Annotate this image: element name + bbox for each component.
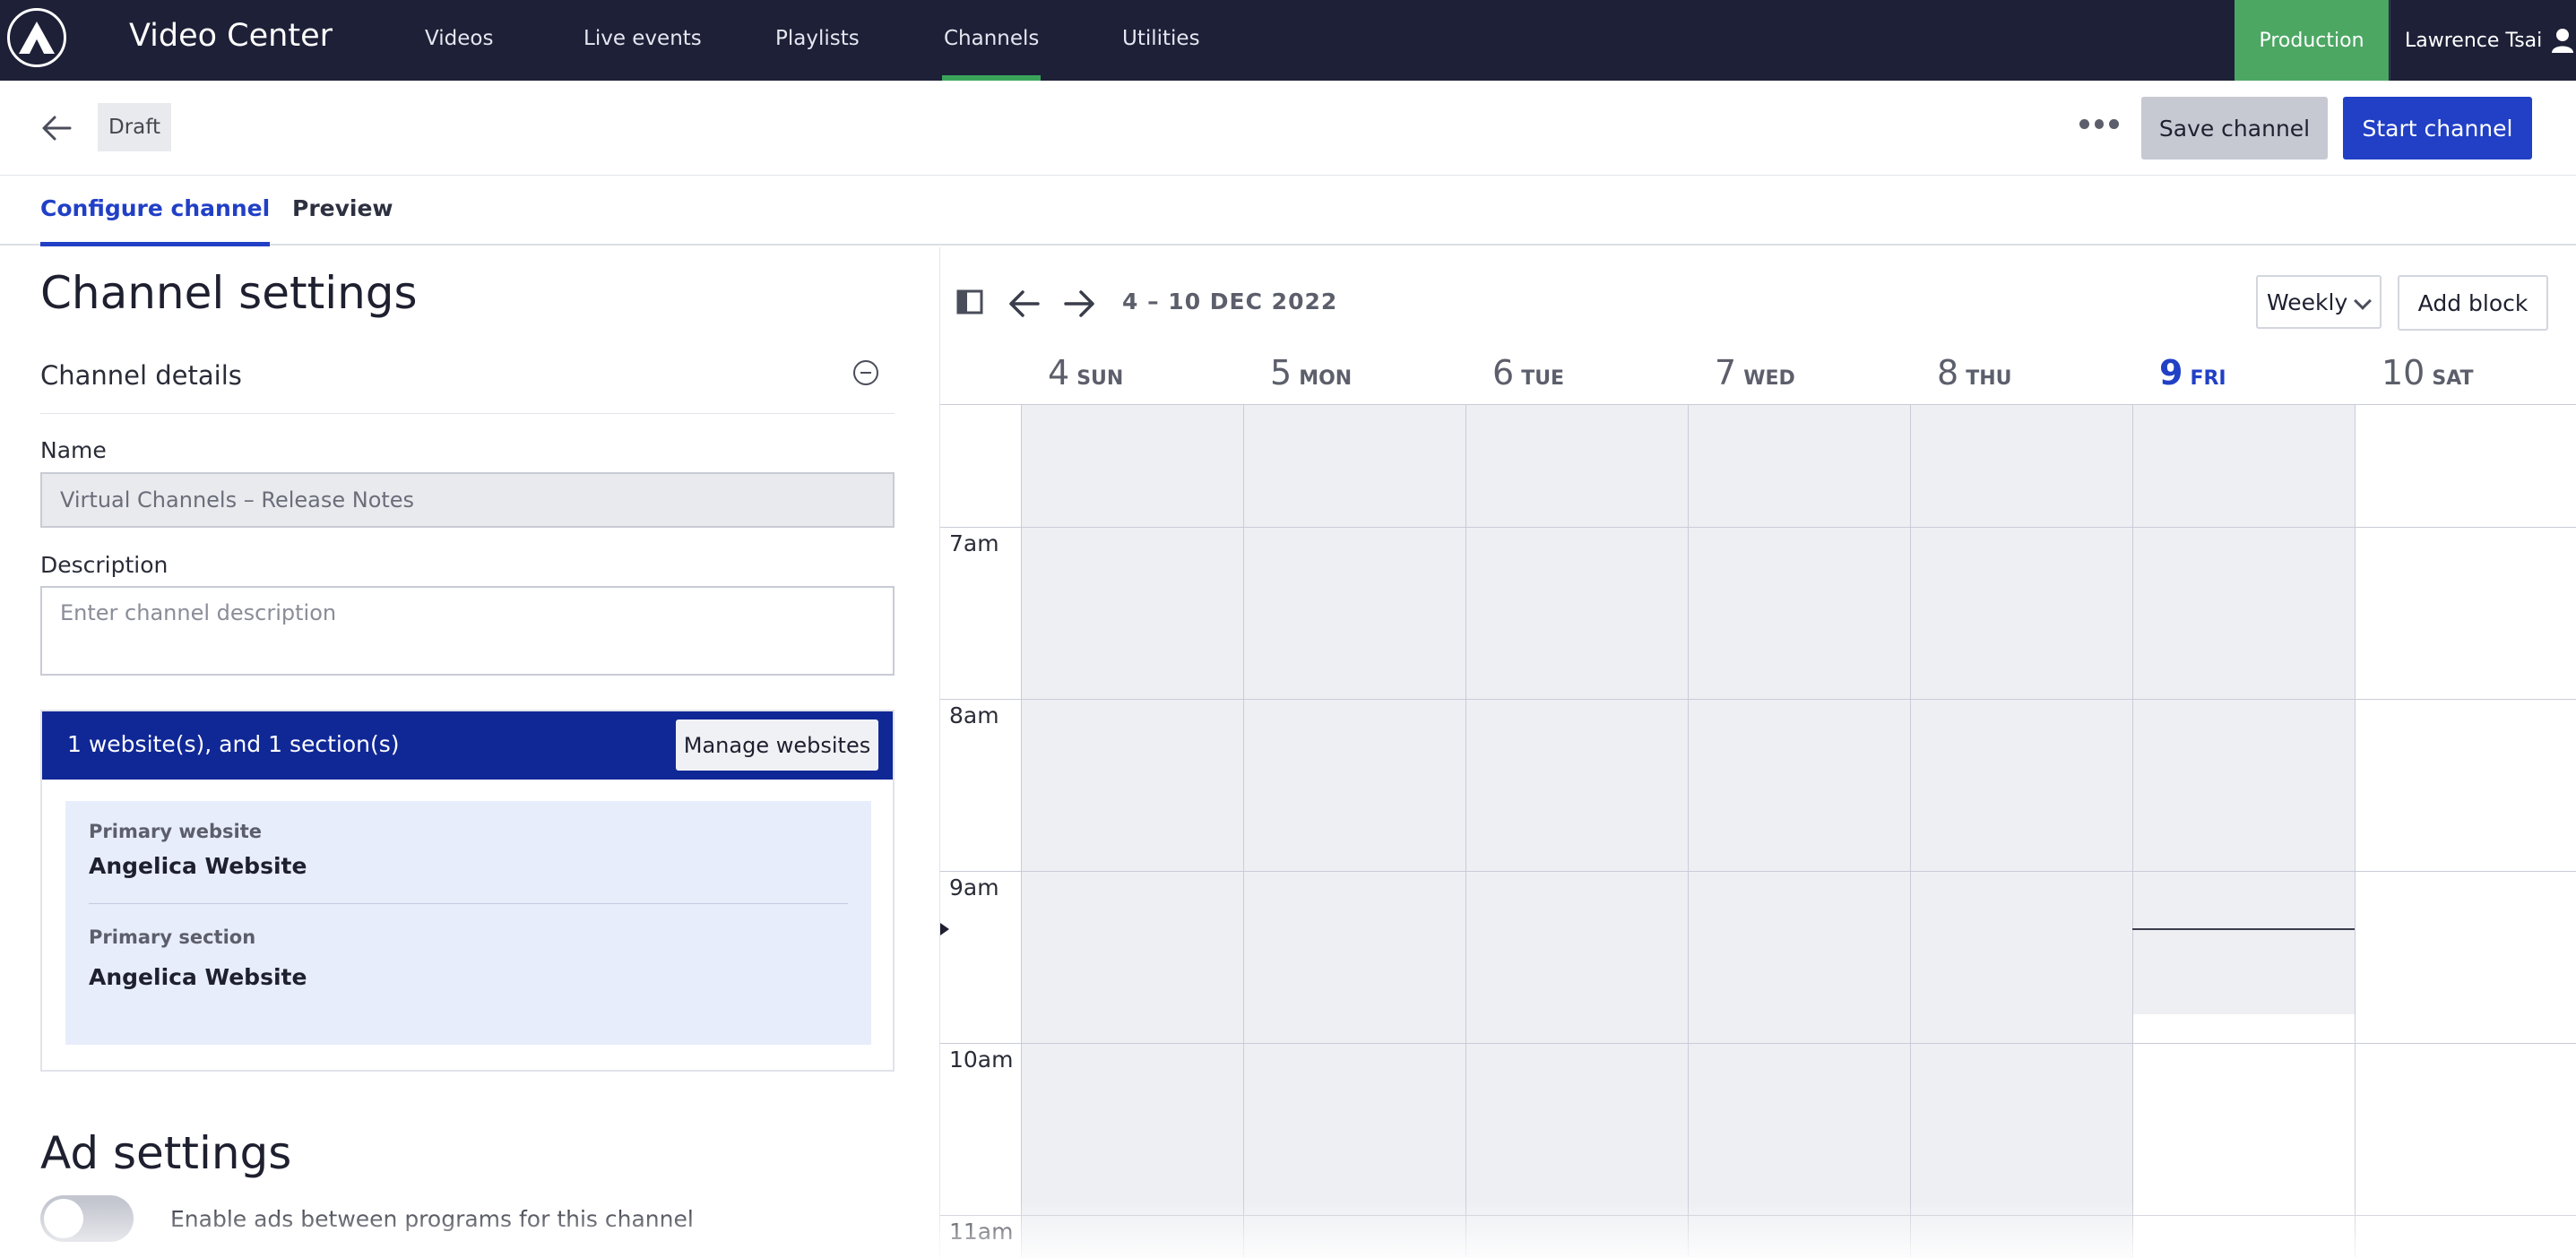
day-number: 6 <box>1492 353 1515 392</box>
day-column-fri[interactable] <box>2132 404 2355 1258</box>
nav-live-events[interactable]: Live events <box>583 27 702 81</box>
hour-line <box>940 1215 2576 1216</box>
divider <box>89 903 848 904</box>
next-week-icon[interactable] <box>1062 288 1096 320</box>
channel-details-header: Channel details <box>40 360 895 414</box>
name-label: Name <box>40 437 107 463</box>
time-label: 10am <box>949 1047 1014 1073</box>
day-of-week: MON <box>1299 367 1353 390</box>
hour-line <box>940 699 2576 700</box>
hour-line <box>940 1043 2576 1044</box>
environment-badge[interactable]: Production <box>2235 0 2389 81</box>
calendar-grid[interactable]: 7am 8am 9am 10am 11am <box>940 404 2576 1258</box>
day-number: 8 <box>1937 353 1959 392</box>
time-label: 7am <box>949 530 999 556</box>
day-header-sat[interactable]: 10 SAT <box>2382 353 2474 401</box>
current-time-marker-icon <box>940 923 949 935</box>
day-header-mon[interactable]: 5 MON <box>1270 353 1352 401</box>
day-column-sat[interactable] <box>2355 404 2576 1258</box>
start-channel-button[interactable]: Start channel <box>2343 97 2532 159</box>
time-label: 8am <box>949 702 999 728</box>
day-of-week: FRI <box>2190 367 2226 390</box>
nav-utilities[interactable]: Utilities <box>1122 27 1200 81</box>
app-title: Video Center <box>129 18 333 54</box>
previous-week-icon[interactable] <box>1007 288 1042 320</box>
day-number: 4 <box>1048 353 1070 392</box>
day-number: 7 <box>1715 353 1737 392</box>
more-options-icon[interactable] <box>2079 116 2120 131</box>
day-of-week: TUE <box>1521 367 1565 390</box>
day-header-fri[interactable]: 9 FRI <box>2159 353 2226 401</box>
app-logo-icon[interactable] <box>7 8 66 67</box>
save-channel-button[interactable]: Save channel <box>2141 97 2328 159</box>
nav-channels[interactable]: Channels <box>941 27 1042 81</box>
collapse-icon[interactable] <box>853 360 878 385</box>
day-header-thu[interactable]: 8 THU <box>1937 353 2011 401</box>
status-badge: Draft <box>98 103 171 151</box>
schedule-calendar: 4 – 10 DEC 2022 Weekly Add block 4 SUN 5 MO… <box>939 247 2576 1258</box>
day-column-thu[interactable] <box>1910 404 2132 1258</box>
channel-settings-panel: Channel settings Channel details Name De… <box>0 247 939 1258</box>
current-time-line <box>2132 928 2355 930</box>
user-icon <box>2552 29 2574 53</box>
websites-details: Primary website Angelica Website Primary… <box>65 801 871 1045</box>
add-block-button[interactable]: Add block <box>2398 275 2548 331</box>
action-bar: Draft Save channel Start channel <box>0 81 2576 176</box>
day-column-wed[interactable] <box>1688 404 1910 1258</box>
manage-websites-button[interactable]: Manage websites <box>676 719 878 771</box>
websites-bar: 1 website(s), and 1 section(s) Manage we… <box>42 711 893 780</box>
sidebar-toggle-icon[interactable] <box>956 289 983 315</box>
nav-playlists[interactable]: Playlists <box>775 27 860 81</box>
hour-line <box>940 871 2576 872</box>
ads-toggle-label: Enable ads between programs for this cha… <box>170 1206 694 1232</box>
view-select-value: Weekly <box>2267 289 2348 315</box>
day-of-week: SUN <box>1076 367 1124 390</box>
back-arrow-icon[interactable] <box>39 111 73 145</box>
day-of-week: THU <box>1966 367 2012 390</box>
day-column-tue[interactable] <box>1465 404 1688 1258</box>
ad-settings-title: Ad settings <box>40 1127 292 1179</box>
ads-toggle[interactable] <box>40 1195 134 1242</box>
day-of-week: WED <box>1743 367 1795 390</box>
day-number: 5 <box>1270 353 1292 392</box>
day-header-sun[interactable]: 4 SUN <box>1048 353 1123 401</box>
primary-section-value: Angelica Website <box>89 964 307 990</box>
name-field[interactable] <box>40 472 895 528</box>
user-name: Lawrence Tsai <box>2405 29 2543 52</box>
top-nav: Video Center Videos Live events Playlist… <box>0 0 2576 81</box>
date-range: 4 – 10 DEC 2022 <box>1122 289 1338 314</box>
description-field[interactable] <box>40 586 895 676</box>
tab-bar: Configure channel Preview <box>0 176 2576 246</box>
primary-website-label: Primary website <box>89 821 263 842</box>
day-number: 10 <box>2382 353 2425 392</box>
view-select[interactable]: Weekly <box>2256 275 2382 329</box>
description-label: Description <box>40 552 169 578</box>
primary-website-value: Angelica Website <box>89 853 307 879</box>
section-title: Channel details <box>40 360 242 391</box>
tab-configure-channel[interactable]: Configure channel <box>40 195 271 246</box>
tab-preview[interactable]: Preview <box>292 195 393 246</box>
day-of-week: SAT <box>2432 367 2474 390</box>
chevron-down-icon <box>2354 292 2372 310</box>
primary-section-label: Primary section <box>89 926 256 948</box>
user-menu[interactable]: Lawrence Tsai <box>2390 0 2576 81</box>
page-title: Channel settings <box>40 267 418 319</box>
day-column-sun[interactable] <box>1021 404 1243 1258</box>
time-label: 9am <box>949 875 999 900</box>
time-label: 11am <box>949 1219 1014 1245</box>
header-line <box>940 404 2576 405</box>
day-header-tue[interactable]: 6 TUE <box>1492 353 1564 401</box>
hour-line <box>940 527 2576 528</box>
day-header-wed[interactable]: 7 WED <box>1715 353 1795 401</box>
day-number: 9 <box>2159 353 2183 392</box>
nav-videos[interactable]: Videos <box>425 27 493 81</box>
websites-card: 1 website(s), and 1 section(s) Manage we… <box>40 710 895 1072</box>
websites-summary: 1 website(s), and 1 section(s) <box>67 731 400 757</box>
day-column-mon[interactable] <box>1243 404 1465 1258</box>
